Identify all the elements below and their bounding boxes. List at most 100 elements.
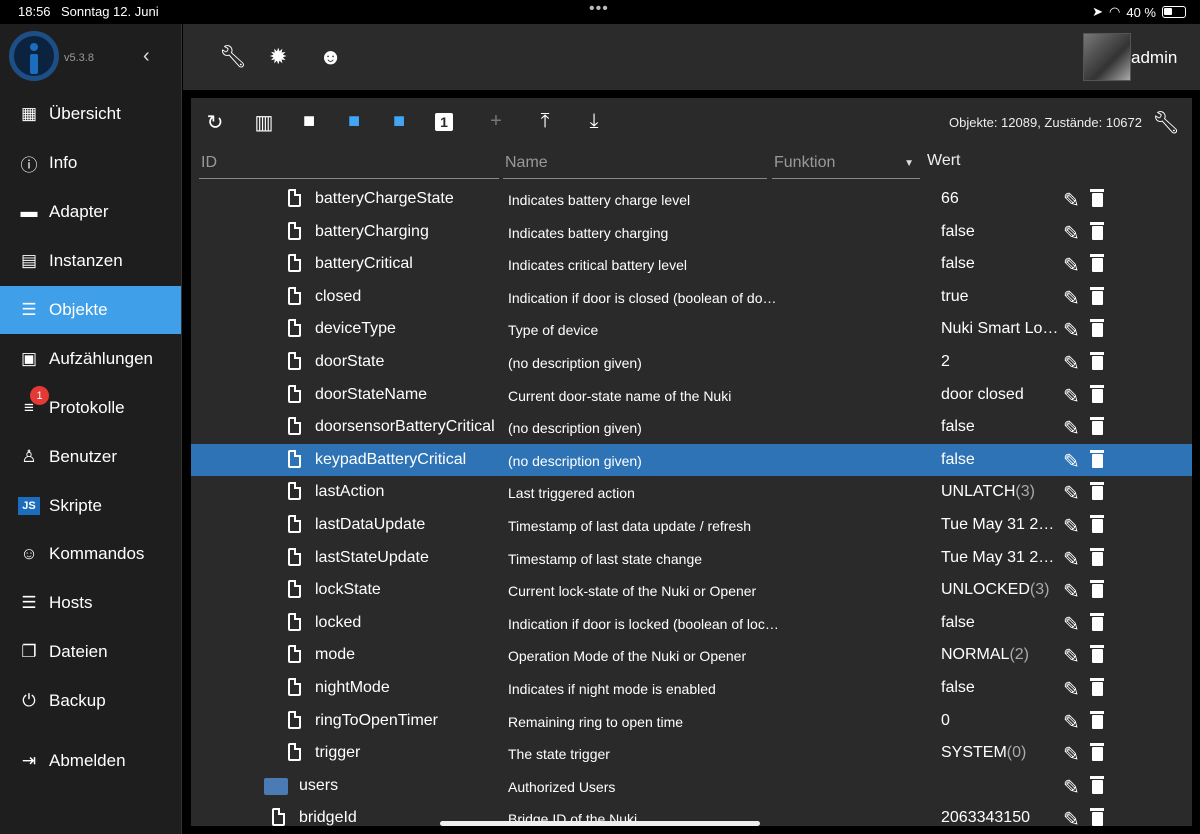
sidebar-item-hosts[interactable]: ☰ Hosts xyxy=(0,579,181,628)
table-row[interactable]: batteryCritical Indicates critical batter… xyxy=(191,248,1192,281)
delete-trash-icon[interactable] xyxy=(1090,612,1104,631)
funktion-filter-select[interactable]: Funktion ▼ xyxy=(772,150,920,179)
multitask-dots[interactable]: ••• xyxy=(589,0,609,18)
object-value[interactable]: 66 xyxy=(941,190,1063,208)
table-row[interactable]: mode Operation Mode of the Nuki or Opener… xyxy=(191,639,1192,672)
edit-pencil-icon[interactable]: ✎ xyxy=(1063,449,1080,474)
delete-trash-icon[interactable] xyxy=(1090,775,1104,794)
edit-pencil-icon[interactable]: ✎ xyxy=(1063,677,1080,702)
table-row[interactable]: doorState (no description given) 2 ✎ xyxy=(191,346,1192,379)
object-value[interactable]: door closed xyxy=(941,386,1063,404)
delete-trash-icon[interactable] xyxy=(1090,254,1104,273)
object-value[interactable]: UNLOCKED(3) xyxy=(941,581,1063,599)
object-value[interactable]: false xyxy=(941,418,1063,436)
table-row[interactable]: lockState Current lock-state of the Nuki … xyxy=(191,574,1192,607)
edit-pencil-icon[interactable]: ✎ xyxy=(1063,318,1080,343)
sidebar-item-protokolle[interactable]: ≡ Protokolle 1 xyxy=(0,383,181,432)
delete-trash-icon[interactable] xyxy=(1090,449,1104,468)
delete-trash-icon[interactable] xyxy=(1090,808,1104,826)
edit-pencil-icon[interactable]: ✎ xyxy=(1063,775,1080,800)
sidebar-item-instanzen[interactable]: ▤ Instanzen xyxy=(0,237,181,286)
object-value[interactable]: false xyxy=(941,679,1063,697)
edit-pencil-icon[interactable]: ✎ xyxy=(1063,188,1080,213)
id-filter-input[interactable]: ID xyxy=(199,150,499,179)
sidebar-item-dateien[interactable]: ❐ Dateien xyxy=(0,628,181,677)
sidebar-item-objekte[interactable]: ☰ Objekte xyxy=(0,285,181,335)
object-value[interactable]: false xyxy=(941,451,1063,469)
folder-closed-icon[interactable]: ■ xyxy=(387,110,411,133)
home-indicator[interactable] xyxy=(440,821,760,826)
object-value[interactable]: Nuki Smart Lo… xyxy=(941,320,1063,338)
edit-pencil-icon[interactable]: ✎ xyxy=(1063,807,1080,826)
object-value[interactable]: false xyxy=(941,255,1063,273)
refresh-icon[interactable]: ↻ xyxy=(203,110,227,135)
edit-pencil-icon[interactable]: ✎ xyxy=(1063,547,1080,572)
head-icon[interactable]: ☻ xyxy=(319,44,342,70)
table-row[interactable]: batteryChargeState Indicates battery char… xyxy=(191,183,1192,216)
wrench-icon[interactable]: 🔧︎ xyxy=(219,44,247,70)
edit-pencil-icon[interactable]: ✎ xyxy=(1063,742,1080,767)
delete-trash-icon[interactable] xyxy=(1090,645,1104,664)
delete-trash-icon[interactable] xyxy=(1090,384,1104,403)
edit-pencil-icon[interactable]: ✎ xyxy=(1063,286,1080,311)
table-row[interactable]: users Authorized Users ✎ xyxy=(191,770,1192,803)
delete-trash-icon[interactable] xyxy=(1090,189,1104,207)
sidebar-item-kommandos[interactable]: ☺ Kommandos xyxy=(0,530,181,579)
table-row[interactable]: lastAction Last triggered action UNLATCH(3… xyxy=(191,476,1192,509)
sidebar-item-skripte[interactable]: JS Skripte xyxy=(0,481,181,530)
object-value[interactable]: 2063343150 xyxy=(941,809,1063,826)
edit-pencil-icon[interactable]: ✎ xyxy=(1063,221,1080,246)
edit-pencil-icon[interactable]: ✎ xyxy=(1063,481,1080,506)
settings-wrench-icon[interactable]: 🔧︎ xyxy=(1152,110,1180,136)
edit-pencil-icon[interactable]: ✎ xyxy=(1063,644,1080,669)
edit-pencil-icon[interactable]: ✎ xyxy=(1063,514,1080,539)
delete-trash-icon[interactable] xyxy=(1090,417,1104,436)
object-value[interactable]: false xyxy=(941,614,1063,632)
table-row[interactable]: deviceType Type of device Nuki Smart Lo… ✎ xyxy=(191,313,1192,346)
delete-trash-icon[interactable] xyxy=(1090,351,1104,370)
delete-trash-icon[interactable] xyxy=(1090,743,1104,762)
table-row[interactable]: lastStateUpdate Timestamp of last state c… xyxy=(191,542,1192,575)
delete-trash-icon[interactable] xyxy=(1090,514,1104,533)
delete-trash-icon[interactable] xyxy=(1090,319,1104,338)
add-icon[interactable]: + xyxy=(484,110,508,133)
object-value[interactable]: SYSTEM(0) xyxy=(941,744,1063,762)
table-row[interactable]: closed Indication if door is closed (bool… xyxy=(191,281,1192,314)
delete-trash-icon[interactable] xyxy=(1090,580,1104,599)
table-row[interactable]: doorStateName Current door-state name of … xyxy=(191,379,1192,412)
table-row[interactable]: batteryCharging Indicates battery chargin… xyxy=(191,216,1192,249)
table-row[interactable]: ringToOpenTimer Remaining ring to open ti… xyxy=(191,705,1192,738)
edit-pencil-icon[interactable]: ✎ xyxy=(1063,384,1080,409)
upload-icon[interactable]: ⤒ xyxy=(533,110,557,133)
object-value[interactable]: 0 xyxy=(941,712,1063,730)
brightness-icon[interactable]: ✹ xyxy=(269,44,287,70)
chevron-left-icon[interactable]: ‹ xyxy=(143,45,150,68)
sidebar-item-abmelden[interactable]: ⇥ Abmelden xyxy=(0,737,181,786)
sidebar-item-aufzählungen[interactable]: ▣ Aufzählungen xyxy=(0,334,181,383)
download-icon[interactable]: ⤓ xyxy=(582,110,606,133)
table-row[interactable]: keypadBatteryCritical (no description giv… xyxy=(191,443,1192,477)
columns-icon[interactable]: ▥ xyxy=(252,110,276,135)
sidebar-item-übersicht[interactable]: ▦ Übersicht xyxy=(0,90,181,139)
avatar[interactable] xyxy=(1083,33,1131,81)
delete-trash-icon[interactable] xyxy=(1090,286,1104,305)
delete-trash-icon[interactable] xyxy=(1090,547,1104,566)
table-row[interactable]: lastDataUpdate Timestamp of last data upd… xyxy=(191,509,1192,542)
object-value[interactable]: NORMAL(2) xyxy=(941,646,1063,664)
object-value[interactable]: false xyxy=(941,223,1063,241)
table-row[interactable]: trigger The state trigger SYSTEM(0) ✎ xyxy=(191,737,1192,770)
folder-open-icon[interactable]: ■ xyxy=(342,110,366,133)
object-value[interactable]: true xyxy=(941,288,1063,306)
edit-pencil-icon[interactable]: ✎ xyxy=(1063,416,1080,441)
edit-pencil-icon[interactable]: ✎ xyxy=(1063,710,1080,735)
table-row[interactable]: nightMode Indicates if night mode is enab… xyxy=(191,672,1192,705)
delete-trash-icon[interactable] xyxy=(1090,482,1104,501)
object-value[interactable]: Tue May 31 2… xyxy=(941,549,1063,567)
delete-trash-icon[interactable] xyxy=(1090,677,1104,696)
sidebar-item-adapter[interactable]: ▬ Adapter xyxy=(0,188,181,237)
object-value[interactable]: UNLATCH(3) xyxy=(941,483,1063,501)
sidebar-item-info[interactable]: ⓘ Info xyxy=(0,139,181,188)
table-row[interactable]: locked Indication if door is locked (bool… xyxy=(191,607,1192,640)
one-box-icon[interactable]: 1 xyxy=(435,113,453,131)
table-row[interactable]: doorsensorBatteryCritical (no description… xyxy=(191,411,1192,444)
